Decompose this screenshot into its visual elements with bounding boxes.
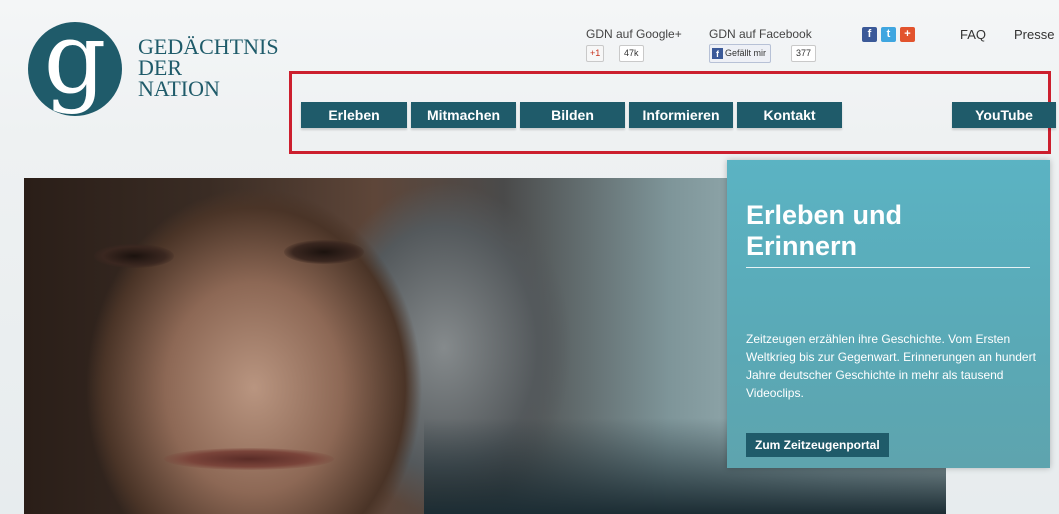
- hero-image-detail: [94, 244, 174, 268]
- nav-tab-kontakt[interactable]: Kontakt: [737, 102, 842, 128]
- facebook-icon: f: [712, 48, 723, 59]
- nav-tab-bilden[interactable]: Bilden: [520, 102, 625, 128]
- teaser-panel: Erleben und Erinnern Zeitzeugen erzählen…: [727, 160, 1050, 468]
- facebook-like-count: 377: [791, 45, 817, 62]
- nav-tab-mitmachen[interactable]: Mitmachen: [411, 102, 516, 128]
- twitter-icon[interactable]: t: [881, 27, 896, 42]
- zeitzeugenportal-button[interactable]: Zum Zeitzeugenportal: [746, 433, 889, 457]
- google-plus-label[interactable]: GDN auf Google+: [586, 27, 682, 41]
- logo-glyph: g: [43, 2, 107, 116]
- teaser-title: Erleben und Erinnern: [746, 200, 1036, 262]
- logo-wordmark[interactable]: GEDÄCHTNIS DER NATION: [138, 34, 279, 101]
- teaser-title-line-1: Erleben und: [746, 200, 903, 230]
- logo-line-2: DER: [138, 55, 182, 80]
- hero-image-detail: [164, 448, 334, 470]
- google-plus-count: 47k: [619, 45, 644, 62]
- nav-tab-erleben[interactable]: Erleben: [301, 102, 407, 128]
- facebook-like-label: Gefällt mir: [725, 48, 767, 58]
- page-frame: g GEDÄCHTNIS DER NATION GDN auf Google+ …: [0, 0, 1059, 514]
- logo-line-3: NATION: [138, 76, 220, 101]
- logo-mark[interactable]: g: [28, 4, 122, 116]
- teaser-divider: [746, 267, 1030, 268]
- google-plus-one-button[interactable]: +1: [586, 45, 605, 62]
- logo-line-1: GEDÄCHTNIS: [138, 34, 279, 59]
- teaser-title-line-2: Erinnern: [746, 231, 858, 261]
- nav-tab-informieren[interactable]: Informieren: [629, 102, 733, 128]
- nav-tab-youtube[interactable]: YouTube: [952, 102, 1056, 128]
- facebook-icon[interactable]: f: [862, 27, 877, 42]
- facebook-like-button[interactable]: f Gefällt mir: [709, 44, 772, 63]
- facebook-label[interactable]: GDN auf Facebook: [709, 27, 812, 41]
- hero-image-detail: [284, 240, 364, 264]
- presse-link[interactable]: Presse: [1014, 27, 1054, 42]
- teaser-description: Zeitzeugen erzählen ihre Geschichte. Vom…: [746, 332, 1036, 400]
- google-plus-icon[interactable]: +: [900, 27, 915, 42]
- faq-link[interactable]: FAQ: [960, 27, 986, 42]
